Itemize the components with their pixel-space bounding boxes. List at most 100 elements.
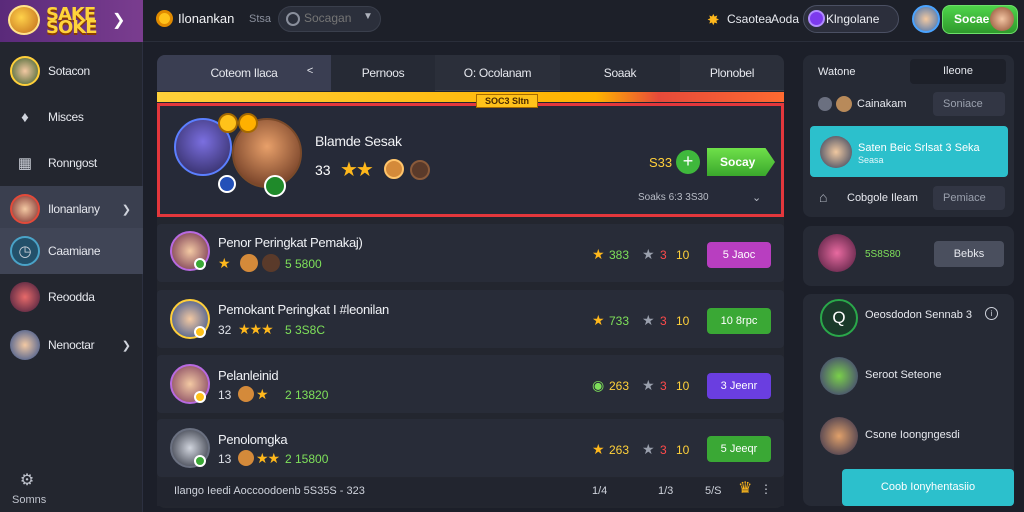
logo-icon	[8, 5, 40, 35]
right-tab-0[interactable]: Watone	[818, 66, 856, 78]
avatar[interactable]	[912, 5, 940, 33]
table-row[interactable]	[157, 355, 784, 413]
friend-name[interactable]: Seroot Seteone	[865, 369, 941, 381]
stat-3: 10	[676, 443, 690, 457]
tab-1[interactable]: Pernoos	[331, 55, 435, 91]
clock-icon: ◷	[10, 236, 40, 266]
sidebar-item-4[interactable]: ◷ Caamiane	[0, 228, 143, 274]
star-icon: ★★	[340, 159, 374, 181]
star-icon: ★★★	[238, 321, 274, 337]
stat-1: 263	[609, 379, 630, 393]
star-icon: ★	[592, 246, 605, 262]
collapse-chevron-icon[interactable]: ❯	[112, 10, 125, 30]
row-action-button[interactable]: 5 Jaoc	[707, 242, 771, 268]
row-action-button[interactable]: 5 Jeeqr	[707, 436, 771, 462]
star-icon: ★★	[256, 450, 280, 466]
table-row[interactable]	[157, 419, 784, 477]
user-badge-icon	[808, 10, 825, 27]
chevron-down-icon[interactable]: ⌄	[752, 191, 761, 204]
featured-stripe	[157, 92, 784, 102]
search-icon	[286, 12, 300, 26]
card-button[interactable]: Bebks	[934, 241, 1004, 267]
close-icon[interactable]: <	[307, 65, 313, 77]
table-row[interactable]	[157, 224, 784, 282]
medal-icon	[238, 113, 258, 133]
friends-cta-button[interactable]: Coob Ionyhentasiio	[842, 469, 1014, 506]
sidebar-item-label: Sotacon	[48, 64, 90, 78]
sidebar-item-label: Misces	[48, 110, 84, 124]
tab-0[interactable]: Coteom Ilaca <	[157, 55, 331, 91]
sidebar-item-label: Ronngost	[48, 156, 97, 170]
trophy-icon[interactable]: ♛	[738, 478, 752, 498]
footer-stat-2: 1/3	[658, 485, 674, 497]
right-label-1: Cainakam	[857, 98, 907, 110]
more-icon[interactable]: ⋮	[760, 482, 772, 496]
dropdown-1[interactable]: Soniace	[933, 92, 1005, 116]
stat-1: 383	[609, 248, 630, 262]
tab-label: Pernoos	[361, 66, 405, 80]
stat-1: 263	[609, 443, 630, 457]
stat-2: 3	[660, 443, 667, 457]
dropdown-2[interactable]: Pemiace	[933, 186, 1005, 210]
star-icon: ★	[642, 312, 655, 328]
medal-icon	[238, 386, 254, 402]
topbar-link-1[interactable]: Csaotea	[727, 12, 772, 26]
sidebar-item-6[interactable]: Nenoctar ❯	[0, 322, 143, 368]
cta-avatar-icon	[990, 7, 1014, 31]
row-action-button[interactable]: 3 Jeenr	[707, 373, 771, 399]
player-level: 32	[218, 323, 232, 337]
info-icon[interactable]: i	[985, 307, 998, 320]
medal-icon	[218, 113, 238, 133]
friend-name[interactable]: Csone Ioongngesdi	[865, 429, 960, 441]
avatar	[836, 96, 852, 112]
tab-4[interactable]: Plonobel	[680, 55, 784, 91]
table-row[interactable]	[157, 290, 784, 348]
right-tab-1[interactable]: Ileone	[910, 59, 1006, 84]
settings-label[interactable]: Somns	[12, 494, 46, 506]
player-level: 13	[218, 452, 232, 466]
points: 2 13820	[285, 388, 329, 402]
add-button[interactable]: +	[676, 150, 700, 174]
sidebar-item-1[interactable]: ♦ Misces	[0, 94, 143, 140]
status-badge	[194, 258, 206, 270]
topbar-link-2[interactable]: Aoda	[771, 12, 799, 26]
footer-stat-3: 5/S	[705, 485, 722, 497]
medal-icon	[238, 450, 254, 466]
player-avatar-icon	[10, 194, 40, 224]
sidebar-item-label: Ilonanlany	[48, 202, 100, 216]
stat-2: 3	[660, 248, 667, 262]
gear-icon[interactable]: ✸	[707, 11, 720, 29]
friend-avatar[interactable]	[820, 357, 858, 395]
tab-3[interactable]: Soaak	[560, 55, 680, 91]
medal-icon	[240, 254, 258, 272]
featured-name: Blamde Sesak	[315, 133, 402, 149]
medal-icon	[384, 159, 404, 179]
hero-avatar-icon	[10, 330, 40, 360]
sidebar-item-2[interactable]: ▦ Ronngost	[0, 140, 143, 186]
star-icon: ★	[256, 386, 269, 402]
medal-icon	[410, 160, 430, 180]
coin-icon: ◉	[592, 377, 605, 393]
friend-avatar[interactable]	[820, 417, 858, 455]
friends-header: Oeosdodon Sennab 3	[865, 309, 973, 321]
sidebar-item-0[interactable]: Sotacon	[0, 48, 143, 94]
chevron-down-icon: ▼	[363, 11, 373, 22]
card-points: 5S8S80	[865, 249, 901, 260]
stat-2: 3	[660, 314, 667, 328]
chevron-right-icon: ❯	[121, 203, 131, 216]
sidebar-item-3[interactable]: Ilonanlany ❯	[0, 186, 143, 232]
tab-label: Soaak	[603, 66, 637, 80]
medal-icon	[262, 254, 280, 272]
stat-1: 733	[609, 314, 630, 328]
shield-badge-icon	[218, 175, 236, 193]
tab-2[interactable]: O: Ocolanam	[435, 55, 560, 91]
row-action-button[interactable]: 10 8rpc	[707, 308, 771, 334]
player-name: Pelanleinid	[218, 368, 279, 383]
brand-title: Ilonankan	[178, 11, 235, 26]
tab-label: Plonobel	[709, 66, 755, 80]
topbar-subtitle: Stsa	[249, 13, 272, 25]
settings-icon[interactable]: ⚙	[16, 470, 38, 490]
search-input[interactable]	[304, 11, 364, 25]
highlight-subtitle: Seasa	[858, 155, 884, 165]
sidebar-item-5[interactable]: Reoodda	[0, 274, 143, 320]
